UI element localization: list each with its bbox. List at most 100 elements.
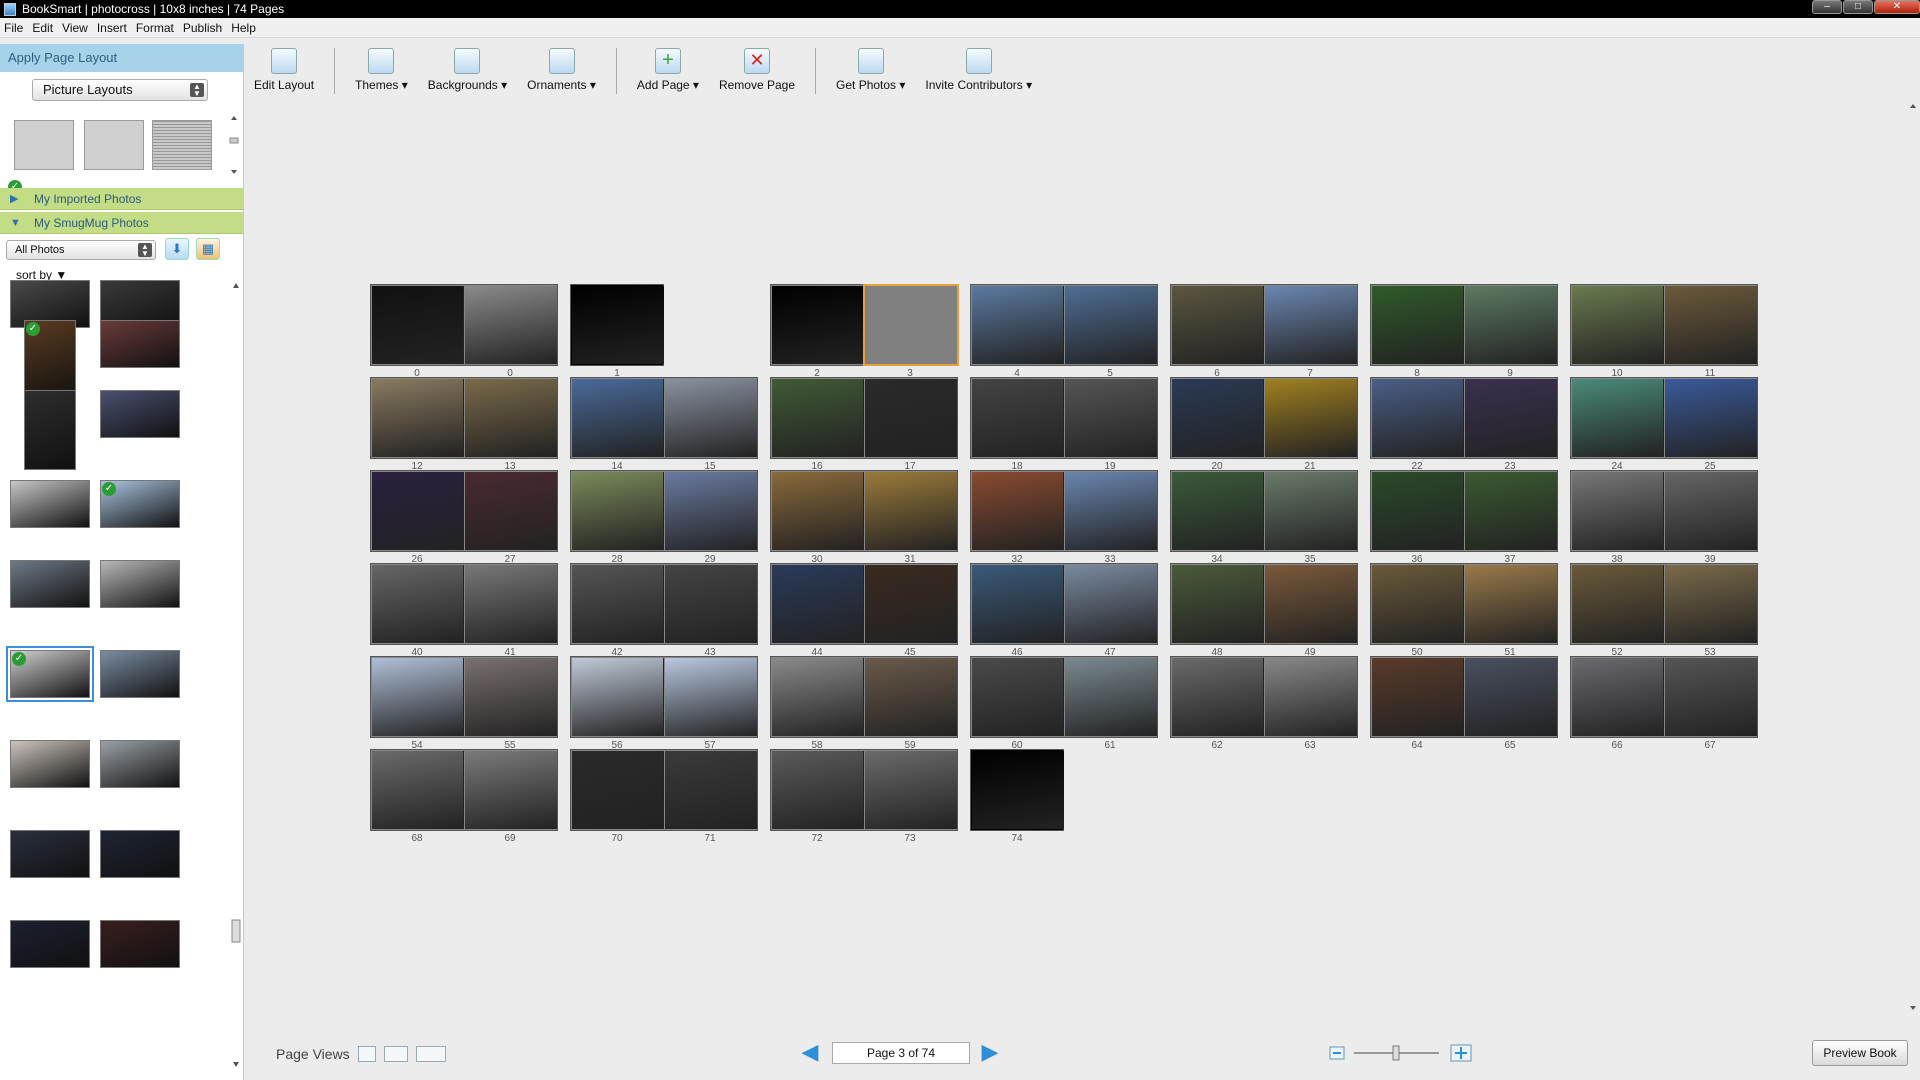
page-thumbnail[interactable] [372, 751, 464, 829]
page-spread[interactable] [570, 284, 664, 366]
page-thumbnail[interactable] [1465, 379, 1557, 457]
menu-help[interactable]: Help [231, 21, 256, 35]
page-thumbnail[interactable] [1265, 565, 1357, 643]
page-thumbnail[interactable] [772, 658, 864, 736]
photo-thumbnail[interactable] [100, 390, 180, 438]
next-page-button[interactable]: ▶ [979, 1041, 1001, 1064]
page-thumbnail[interactable] [772, 751, 864, 829]
page-thumbnail[interactable] [1065, 658, 1157, 736]
download-photos-button[interactable]: ⬇ [165, 238, 189, 260]
page-thumbnail[interactable] [865, 565, 957, 643]
page-spread[interactable] [1570, 656, 1758, 738]
page-thumbnail[interactable] [972, 379, 1064, 457]
page-thumbnail[interactable] [1265, 379, 1357, 457]
page-thumbnail[interactable] [1665, 472, 1757, 550]
menu-publish[interactable]: Publish [183, 21, 222, 35]
page-thumbnail[interactable] [572, 751, 664, 829]
page-thumbnail[interactable] [1372, 658, 1464, 736]
page-spread[interactable] [970, 377, 1158, 459]
page-thumbnail[interactable] [972, 751, 1064, 829]
get-photos-button[interactable]: Get Photos ▾ [836, 44, 905, 92]
photo-thumbnail[interactable] [100, 650, 180, 698]
page-spread[interactable] [1570, 377, 1758, 459]
page-thumbnail[interactable] [1572, 286, 1664, 364]
page-spread[interactable] [970, 470, 1158, 552]
page-spread[interactable] [1170, 656, 1358, 738]
page-thumbnail[interactable] [572, 379, 664, 457]
page-spread[interactable] [1370, 656, 1558, 738]
page-spread[interactable] [370, 377, 558, 459]
page-spread[interactable] [1370, 470, 1558, 552]
page-thumbnail[interactable] [465, 751, 557, 829]
page-thumbnail[interactable] [665, 751, 757, 829]
photo-sources-button[interactable]: ▦ [196, 238, 220, 260]
page-thumbnail[interactable] [665, 658, 757, 736]
page-thumbnail[interactable] [772, 379, 864, 457]
page-thumbnail[interactable] [1665, 658, 1757, 736]
page-spread[interactable] [1170, 563, 1358, 645]
zoom-control[interactable] [1329, 1042, 1489, 1064]
page-thumbnail[interactable] [1465, 565, 1557, 643]
page-thumbnail[interactable] [572, 286, 664, 364]
page-spread[interactable] [1170, 470, 1358, 552]
photo-list-scrollbar[interactable] [230, 280, 242, 1070]
page-thumbnail[interactable] [1372, 286, 1464, 364]
page-thumbnail[interactable] [1465, 472, 1557, 550]
page-thumbnail[interactable] [372, 379, 464, 457]
page-spread[interactable] [570, 656, 758, 738]
page-thumbnail[interactable] [1572, 658, 1664, 736]
page-spread[interactable] [570, 749, 758, 831]
page-spread[interactable] [770, 656, 958, 738]
page-thumbnail[interactable] [972, 658, 1064, 736]
page-thumbnail[interactable] [465, 472, 557, 550]
page-thumbnail[interactable] [1572, 472, 1664, 550]
page-spread[interactable] [770, 377, 958, 459]
page-thumbnail[interactable] [1065, 565, 1157, 643]
layout-option-2[interactable] [84, 120, 144, 170]
page-thumbnail[interactable] [1065, 379, 1157, 457]
menu-view[interactable]: View [62, 21, 88, 35]
page-thumbnail[interactable] [865, 751, 957, 829]
photo-thumbnail[interactable] [10, 830, 90, 878]
photo-filter-select[interactable]: All Photos ▲ ▼ [6, 240, 156, 260]
page-thumbnail[interactable] [865, 658, 957, 736]
page-spread[interactable] [970, 563, 1158, 645]
minimize-button[interactable]: – [1812, 0, 1842, 14]
page-thumbnail[interactable] [772, 286, 864, 364]
page-thumbnail[interactable] [1172, 379, 1264, 457]
add-page-button[interactable]: + Add Page ▾ [637, 44, 699, 92]
page-thumbnail[interactable] [572, 658, 664, 736]
single-page-view-icon[interactable] [357, 1046, 376, 1062]
page-thumbnail[interactable] [372, 658, 464, 736]
photo-thumbnail[interactable] [100, 320, 180, 368]
page-thumbnail[interactable] [1265, 472, 1357, 550]
page-spread[interactable] [570, 377, 758, 459]
backgrounds-button[interactable]: Backgrounds ▾ [428, 44, 507, 92]
page-thumbnail[interactable] [1665, 379, 1757, 457]
page-thumbnail[interactable] [1572, 379, 1664, 457]
photo-thumbnail[interactable] [100, 560, 180, 608]
page-thumbnail[interactable] [465, 658, 557, 736]
page-thumbnail[interactable] [665, 472, 757, 550]
menu-file[interactable]: File [4, 21, 23, 35]
page-spread[interactable] [370, 284, 558, 366]
page-thumbnail[interactable] [772, 472, 864, 550]
page-thumbnail[interactable] [1372, 379, 1464, 457]
photo-thumbnail[interactable] [10, 920, 90, 968]
close-button[interactable]: ✕ [1874, 0, 1920, 14]
page-spread[interactable] [770, 470, 958, 552]
photo-thumbnail[interactable] [100, 740, 180, 788]
preview-book-button[interactable]: Preview Book [1812, 1040, 1908, 1066]
page-thumbnail[interactable] [972, 286, 1064, 364]
page-thumbnail[interactable] [865, 472, 957, 550]
page-thumbnail[interactable] [1372, 565, 1464, 643]
page-thumbnail[interactable] [1172, 658, 1264, 736]
page-spread[interactable] [1370, 563, 1558, 645]
layout-option-3[interactable] [152, 120, 212, 170]
layout-scrollbar[interactable] [229, 114, 239, 176]
page-indicator[interactable]: Page 3 of 74 [832, 1042, 970, 1064]
photo-thumbnail[interactable] [10, 480, 90, 528]
page-thumbnail[interactable] [372, 565, 464, 643]
page-thumbnail[interactable] [863, 284, 959, 366]
page-spread[interactable] [570, 563, 758, 645]
